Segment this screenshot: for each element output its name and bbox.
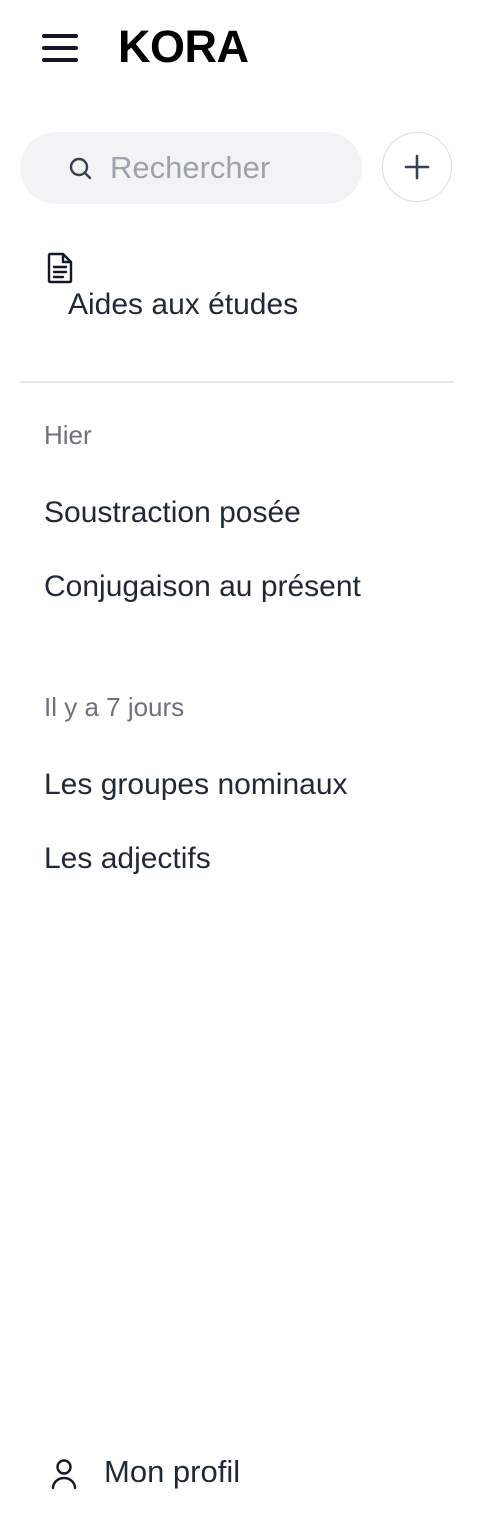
search-input[interactable] <box>110 148 360 188</box>
hamburger-menu-icon[interactable] <box>36 26 84 70</box>
history-section-label: Il y a 7 jours <box>44 692 185 722</box>
document-icon <box>47 252 73 284</box>
history-section-label: Hier <box>44 420 92 450</box>
conversation-item[interactable]: Les groupes nominaux <box>44 768 348 802</box>
study-aids-label: Aides aux études <box>68 288 299 321</box>
divider <box>20 381 454 383</box>
app-logo: KORA <box>118 21 249 72</box>
app-header: KORA <box>0 0 478 96</box>
plus-icon <box>404 154 430 180</box>
search-bar[interactable] <box>20 132 362 204</box>
search-icon <box>69 157 92 180</box>
conversation-item[interactable]: Soustraction posée <box>44 496 301 530</box>
user-icon <box>51 1459 77 1490</box>
new-chat-button[interactable] <box>382 132 452 202</box>
profile-link[interactable]: Mon profil <box>44 1448 344 1498</box>
menu-bar <box>42 46 78 50</box>
study-aids-link[interactable]: Aides aux études <box>20 244 454 340</box>
menu-bar <box>42 34 78 38</box>
menu-bar <box>42 58 78 62</box>
conversation-item[interactable]: Conjugaison au présent <box>44 570 361 604</box>
profile-label: Mon profil <box>104 1454 241 1489</box>
conversation-item[interactable]: Les adjectifs <box>44 842 211 876</box>
